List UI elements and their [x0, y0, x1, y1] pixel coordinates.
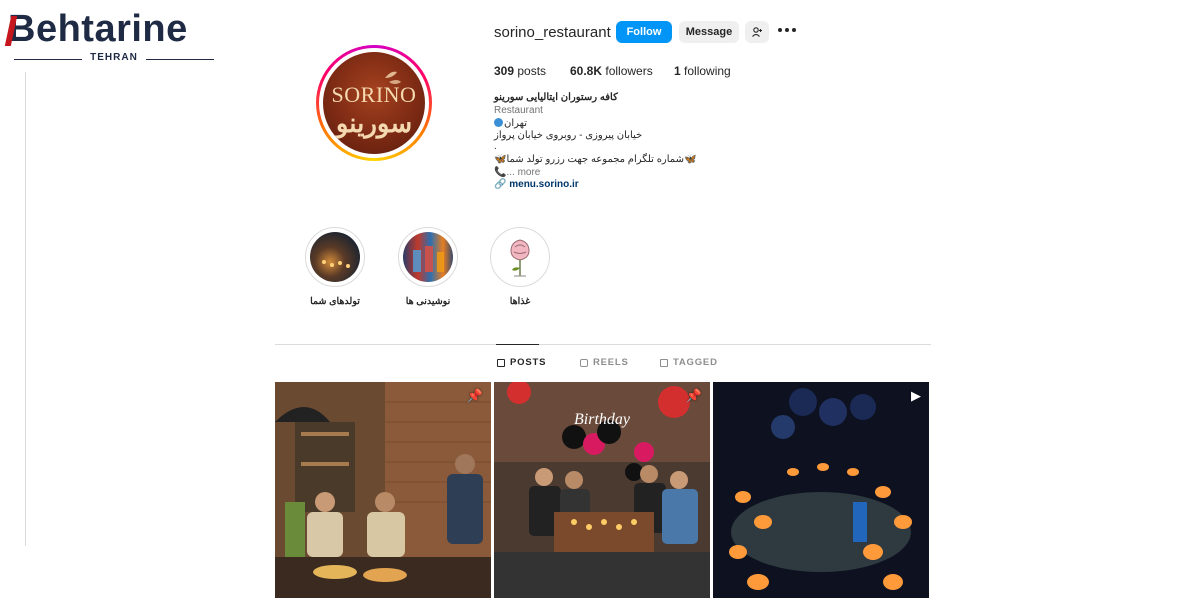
follow-button[interactable]: Follow — [616, 21, 672, 43]
bio-name: کافه رستوران ایتالیایی سورینو — [494, 92, 618, 103]
post-image-birthday: Birthday — [494, 382, 710, 598]
reel-icon: ▶ — [911, 388, 921, 403]
globe-icon — [494, 118, 503, 127]
stat-posts: 309 posts — [494, 64, 547, 78]
pin-icon: 📌 — [685, 388, 702, 403]
suggest-user-button[interactable] — [745, 21, 769, 43]
svg-text:Birthday: Birthday — [574, 411, 631, 428]
highlight-drinks-thumb — [413, 246, 444, 272]
more-options-icon[interactable] — [778, 28, 796, 34]
highlight-food[interactable]: غذاها — [490, 227, 550, 307]
tabs-divider — [275, 344, 931, 345]
logo-city: TEHRAN — [14, 52, 214, 63]
pin-icon: 📌 — [466, 388, 483, 403]
link-icon: 🔗 — [494, 179, 507, 190]
bio-telegram: 🦋شماره تلگرام مجموعه جهت رزرو تولد شما🦋 — [494, 154, 697, 165]
highlight-label: غذاها — [509, 296, 531, 307]
post-thumbnail[interactable]: Birthday 📌 — [494, 382, 710, 598]
butterfly-icon: 🦋 — [494, 154, 507, 165]
stat-followers[interactable]: 60.8K followers — [570, 64, 653, 78]
reels-icon — [580, 358, 588, 367]
post-thumbnail[interactable]: 📌 — [275, 382, 491, 598]
avatar-logo-text: SORINO — [331, 82, 417, 107]
grid-icon — [497, 358, 505, 367]
tagged-icon — [660, 358, 668, 367]
profile-avatar[interactable]: SORINO سورینو — [316, 45, 432, 161]
rose-icon — [510, 239, 530, 277]
tab-reels[interactable]: REELS — [580, 357, 629, 368]
highlight-drinks[interactable]: نوشیدنی ها — [398, 227, 458, 307]
highlight-birthdays-thumb — [322, 260, 350, 268]
highlight-label: تولدهای شما — [310, 296, 360, 307]
bio-more-line[interactable]: 📞... more — [494, 167, 540, 180]
logo-wordmark: Behtarine — [8, 8, 188, 50]
tab-tagged[interactable]: TAGGED — [660, 357, 718, 368]
bio-city-line: تهران — [494, 118, 527, 131]
bio-link[interactable]: 🔗 menu.sorino.ir — [494, 179, 579, 192]
post-image-friends-dinner — [275, 382, 491, 598]
highlight-birthdays[interactable]: تولدهای شما — [305, 227, 365, 307]
add-person-icon — [752, 27, 762, 37]
stat-following[interactable]: 1 following — [674, 64, 731, 78]
bio-address: خیابان پیروزی - روبروی خیابان پرواز — [494, 130, 643, 141]
tab-active-indicator — [496, 344, 539, 345]
tab-posts[interactable]: POSTS — [497, 357, 546, 368]
left-divider — [25, 72, 26, 546]
message-button[interactable]: Message — [679, 21, 739, 43]
post-image-candles — [713, 382, 929, 598]
highlight-label: نوشیدنی ها — [405, 296, 451, 307]
butterfly-icon: 🦋 — [683, 154, 697, 165]
profile-username: sorino_restaurant — [494, 24, 611, 41]
bio-category: Restaurant — [494, 105, 543, 116]
behtarine-logo: Behtarine TEHRAN — [8, 6, 218, 66]
phone-icon: 📞 — [494, 167, 507, 178]
bio-dot: . — [494, 141, 497, 152]
avatar-logo-text-fa: سورینو — [335, 108, 413, 138]
post-thumbnail[interactable]: ▶ — [713, 382, 929, 598]
